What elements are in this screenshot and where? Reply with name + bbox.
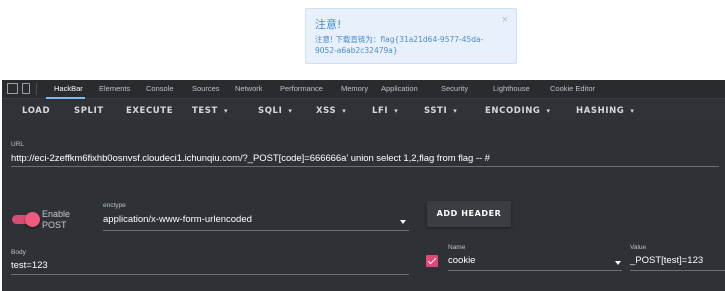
- header-enabled-checkbox[interactable]: [426, 255, 438, 267]
- tab-cookie-editor[interactable]: Cookie Editor: [550, 84, 595, 93]
- devtools-tab-bar: HackBar Elements Console Sources Network…: [2, 80, 725, 99]
- tab-hackbar[interactable]: HackBar: [54, 84, 83, 93]
- chevron-down-icon: ▾: [630, 107, 635, 115]
- tab-lighthouse[interactable]: Lighthouse: [493, 84, 530, 93]
- xss-label: XSS: [316, 106, 337, 116]
- enctype-label: enctype: [103, 202, 126, 209]
- header-name-label: Name: [448, 244, 466, 251]
- test-label: TEST: [192, 106, 218, 116]
- header-value-underline: [630, 270, 725, 271]
- tab-sources[interactable]: Sources: [192, 84, 220, 93]
- chevron-down-icon: ▾: [453, 107, 458, 115]
- ssti-label: SSTI: [424, 106, 448, 116]
- hackbar-toolbar: LOAD SPLIT EXECUTE TEST ▾ SQLI ▾ XSS ▾ LFI ▾…: [2, 100, 725, 124]
- tab-performance[interactable]: Performance: [280, 84, 323, 93]
- active-tab-indicator: [46, 97, 85, 99]
- tab-console[interactable]: Console: [146, 84, 174, 93]
- inspect-element-icon[interactable]: [7, 83, 18, 94]
- chevron-down-icon[interactable]: [400, 220, 406, 224]
- add-header-button[interactable]: ADD HEADER: [427, 201, 511, 227]
- sqli-menu[interactable]: SQLI ▾: [258, 106, 292, 116]
- header-name-input[interactable]: cookie: [448, 255, 475, 266]
- hackbar-form: URL http://eci-2zeffkm6fixhb0osnvsf.clou…: [2, 124, 725, 291]
- chevron-down-icon: ▾: [394, 107, 399, 115]
- header-value-label: Value: [630, 244, 647, 251]
- url-label: URL: [11, 141, 25, 148]
- tab-elements[interactable]: Elements: [99, 84, 130, 93]
- url-input[interactable]: http://eci-2zeffkm6fixhb0osnvsf.cloudeci…: [11, 153, 490, 164]
- enctype-underline: [103, 230, 409, 231]
- url-input-underline: [11, 166, 719, 167]
- lfi-label: LFI: [372, 106, 389, 116]
- hashing-menu[interactable]: HASHING ▾: [576, 106, 635, 116]
- alert-notification: 注意! × 注意! 下载直链为：flag{31a21d64-9577-45da-…: [305, 8, 517, 64]
- chevron-down-icon: ▾: [342, 107, 347, 115]
- enable-post-label: Enable POST: [42, 209, 71, 230]
- test-menu[interactable]: TEST ▾: [192, 106, 228, 116]
- body-input[interactable]: test=123: [11, 260, 48, 271]
- lfi-menu[interactable]: LFI ▾: [372, 106, 398, 116]
- device-toolbar-icon[interactable]: [22, 83, 30, 94]
- tab-network[interactable]: Network: [235, 84, 263, 93]
- hashing-label: HASHING: [576, 106, 625, 116]
- alert-title: 注意!: [315, 18, 342, 31]
- header-name-underline: [448, 270, 622, 271]
- split-button[interactable]: SPLIT: [74, 106, 104, 116]
- body-label: Body: [11, 249, 26, 256]
- tab-memory[interactable]: Memory: [341, 84, 368, 93]
- chevron-down-icon: ▾: [546, 107, 551, 115]
- enctype-select[interactable]: application/x-www-form-urlencoded: [103, 214, 252, 225]
- tab-application[interactable]: Application: [381, 84, 418, 93]
- encoding-menu[interactable]: ENCODING ▾: [485, 106, 551, 116]
- chevron-down-icon: ▾: [223, 107, 229, 115]
- execute-button[interactable]: EXECUTE: [126, 106, 173, 116]
- body-input-underline: [11, 274, 409, 275]
- chevron-down-icon: ▾: [288, 107, 293, 115]
- close-icon[interactable]: ×: [502, 14, 508, 26]
- devtools-panel: HackBar Elements Console Sources Network…: [2, 80, 725, 291]
- enable-post-toggle[interactable]: [12, 212, 40, 227]
- ssti-menu[interactable]: SSTI ▾: [424, 106, 457, 116]
- sqli-label: SQLI: [258, 106, 283, 116]
- xss-menu[interactable]: XSS ▾: [316, 106, 346, 116]
- chevron-down-icon[interactable]: [615, 261, 621, 265]
- tab-security[interactable]: Security: [441, 84, 468, 93]
- header-value-input[interactable]: _POST[test]=123: [630, 255, 703, 266]
- load-button[interactable]: LOAD: [22, 106, 50, 116]
- toggle-knob: [25, 212, 40, 227]
- tab-divider: [36, 83, 37, 95]
- encoding-label: ENCODING: [485, 106, 541, 116]
- alert-message: 注意! 下载直链为：flag{31a21d64-9577-45da-9052-a…: [315, 35, 484, 55]
